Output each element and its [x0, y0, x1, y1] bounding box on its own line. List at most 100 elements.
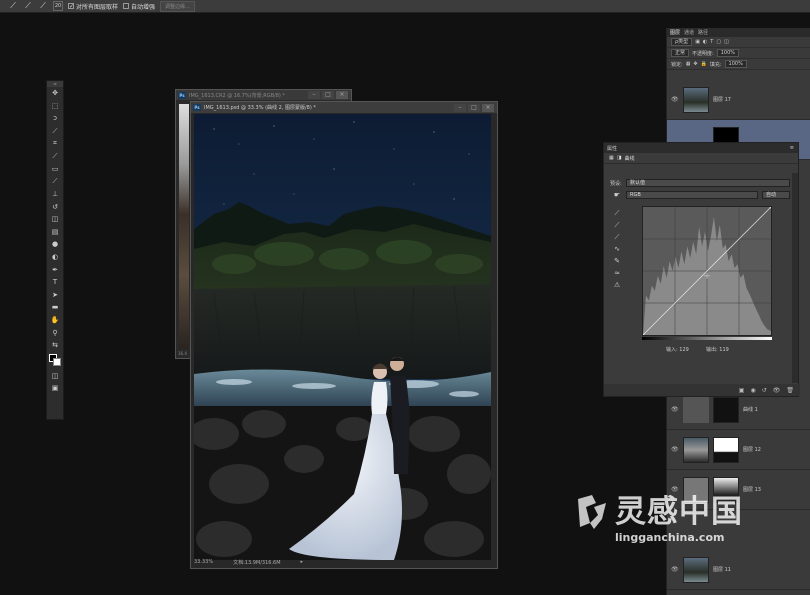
eyedropper-gray-icon[interactable]: ⟋ [612, 220, 622, 230]
input-label: 输入: [666, 347, 678, 353]
maximize-icon[interactable]: □ [468, 103, 480, 112]
panel-header[interactable]: 属性 ≡ [604, 143, 798, 153]
eyedropper-tool-icon[interactable]: ⟋ [47, 150, 63, 163]
zoom-tool-icon[interactable]: ⚲ [47, 326, 63, 339]
shape-tool-icon[interactable]: ▬ [47, 301, 63, 314]
subtract-selection-icon[interactable]: ⟋ [38, 1, 48, 11]
path-selection-tool-icon[interactable]: ➤ [47, 289, 63, 302]
document-window-psd[interactable]: Ps IMG_1613.psd @ 33.3% (曲线 2, 图层蒙版/8) *… [190, 101, 498, 569]
target-adjust-icon[interactable]: ☛ [612, 190, 622, 200]
smooth-icon[interactable]: ≈ [612, 268, 622, 278]
maximize-icon[interactable]: □ [322, 91, 334, 99]
tab-layers[interactable]: 图层 [670, 29, 680, 36]
clipping-warning-icon[interactable]: ⚠ [612, 280, 622, 290]
layer-name[interactable]: 图层 12 [743, 446, 761, 453]
eraser-tool-icon[interactable]: ◫ [47, 213, 63, 226]
dodge-tool-icon[interactable]: ◐ [47, 251, 63, 264]
hand-tool-icon[interactable]: ✋ [47, 314, 63, 327]
default-colors-icon[interactable]: ⇆ [47, 339, 63, 352]
crop-tool-icon[interactable]: ⌗ [47, 137, 63, 150]
visibility-icon[interactable]: 👁 [773, 387, 781, 394]
view-previous-icon[interactable]: ◉ [750, 387, 755, 394]
layer-row[interactable]: 👁 图层 11 [667, 550, 810, 590]
delete-icon[interactable]: 🗑 [786, 387, 794, 394]
channel-select[interactable]: RGB [626, 191, 758, 199]
pen-tool-icon[interactable]: ✒ [47, 263, 63, 276]
minimize-icon[interactable]: – [454, 103, 466, 112]
layer-name[interactable]: 图层 17 [713, 96, 731, 103]
zoom-level[interactable]: 33.33% [194, 559, 213, 565]
eye-icon[interactable]: 👁 [671, 96, 679, 103]
filter-shape-icon[interactable]: ▢ [716, 39, 721, 45]
quick-mask-icon[interactable]: ◫ [47, 369, 63, 382]
minimize-icon[interactable]: – [308, 91, 320, 99]
brush-tool-icon[interactable]: ⟋ [47, 175, 63, 188]
filter-smart-icon[interactable]: ◫ [724, 39, 729, 45]
eye-icon[interactable]: 👁 [671, 446, 679, 453]
eyedropper-black-icon[interactable]: ⟋ [612, 208, 622, 218]
document-tab-raw[interactable]: Ps IMG_1613.CR2 @ 16.7%(背景,RGB/8) * – □ … [176, 90, 351, 100]
brush-size-picker[interactable]: 20 [53, 1, 63, 11]
reset-icon[interactable]: ↺ [762, 387, 767, 394]
close-icon[interactable]: × [482, 103, 494, 112]
tab-channels[interactable]: 通道 [684, 29, 694, 36]
input-value[interactable]: 129 [679, 347, 689, 353]
lasso-tool-icon[interactable]: ↄ [47, 112, 63, 125]
layer-name[interactable]: 图层 13 [743, 486, 761, 493]
pencil-icon[interactable]: ✎ [612, 256, 622, 266]
layer-name[interactable]: 图层 11 [713, 566, 731, 573]
healing-brush-tool-icon[interactable]: ▭ [47, 163, 63, 176]
panel-menu-icon[interactable]: ≡ [790, 145, 794, 151]
auto-button[interactable]: 自动 [762, 191, 790, 199]
type-tool-icon[interactable]: T [47, 276, 63, 289]
eyedropper-white-icon[interactable]: ⟋ [612, 232, 622, 242]
close-icon[interactable]: × [336, 91, 348, 99]
gradient-tool-icon[interactable]: ▤ [47, 226, 63, 239]
tab-paths[interactable]: 路径 [698, 29, 708, 36]
clone-stamp-tool-icon[interactable]: ⊥ [47, 188, 63, 201]
clip-to-layer-icon[interactable]: ▣ [739, 387, 745, 394]
color-swatches[interactable] [48, 353, 62, 367]
screen-mode-icon[interactable]: ▣ [47, 382, 63, 395]
photo-canvas[interactable] [194, 114, 491, 560]
curve-edit-icon[interactable]: ∿ [612, 244, 622, 254]
layer-row[interactable]: 👁 图层 12 [667, 430, 810, 470]
document-tab-psd[interactable]: Ps IMG_1613.psd @ 33.3% (曲线 2, 图层蒙版/8) *… [191, 102, 497, 113]
output-value[interactable]: 119 [719, 347, 729, 353]
opacity-input[interactable]: 100% [716, 49, 739, 57]
layer-filter-select[interactable]: ρ类型 [671, 38, 693, 46]
eye-icon[interactable]: 👁 [671, 566, 679, 573]
status-arrow-icon[interactable]: ▸ [301, 559, 304, 565]
quick-selection-tool-icon[interactable]: ⟋ [47, 125, 63, 138]
filter-pixel-icon[interactable]: ▣ [695, 39, 700, 45]
eye-icon[interactable]: 👁 [671, 406, 679, 413]
sample-all-layers-checkbox[interactable]: ✓ 对所有图层取样 [68, 2, 118, 11]
lock-all-icon[interactable]: 🔒 [701, 61, 707, 67]
filter-adjustment-icon[interactable]: ◐ [703, 39, 707, 45]
fill-input[interactable]: 100% [724, 60, 747, 68]
quick-selection-icon[interactable]: ⟋ [8, 1, 18, 11]
move-tool-icon[interactable]: ✥ [47, 87, 63, 100]
lock-position-icon[interactable]: ✥ [693, 61, 697, 67]
preset-select[interactable]: 默认值 [626, 179, 790, 187]
blend-mode-select[interactable]: 正常 [671, 49, 690, 57]
auto-enhance-checkbox[interactable]: 自动增强 [123, 2, 155, 11]
status-text: 16.4 [178, 351, 187, 356]
marquee-tool-icon[interactable]: ⬚ [47, 100, 63, 113]
layer-row[interactable]: 👁 图层 17 [667, 80, 810, 120]
background-color-swatch[interactable] [53, 358, 61, 367]
layer-name[interactable]: 曲线 1 [743, 406, 758, 413]
add-selection-icon[interactable]: ⟋ [23, 1, 33, 11]
mask-icon[interactable]: ◨ [617, 155, 622, 161]
panel-scrollbar[interactable] [792, 173, 798, 383]
blur-tool-icon[interactable]: ● [47, 238, 63, 251]
curves-adjustment-icon: ▦ [609, 155, 614, 161]
filter-type-icon[interactable]: T [710, 39, 713, 45]
history-brush-tool-icon[interactable]: ↺ [47, 200, 63, 213]
lock-pixels-icon[interactable]: ▦ [686, 61, 691, 67]
curves-graph[interactable] [642, 206, 772, 336]
refine-edge-button[interactable]: 调整边缘... [160, 0, 195, 12]
tools-panel: ◂▸ ✥ ⬚ ↄ ⟋ ⌗ ⟋ ▭ ⟋ ⊥ ↺ ◫ ▤ ● ◐ ✒ T ➤ ▬ ✋… [46, 80, 64, 420]
photo-canvas[interactable] [179, 104, 189, 349]
eye-icon[interactable]: 👁 [671, 486, 679, 493]
